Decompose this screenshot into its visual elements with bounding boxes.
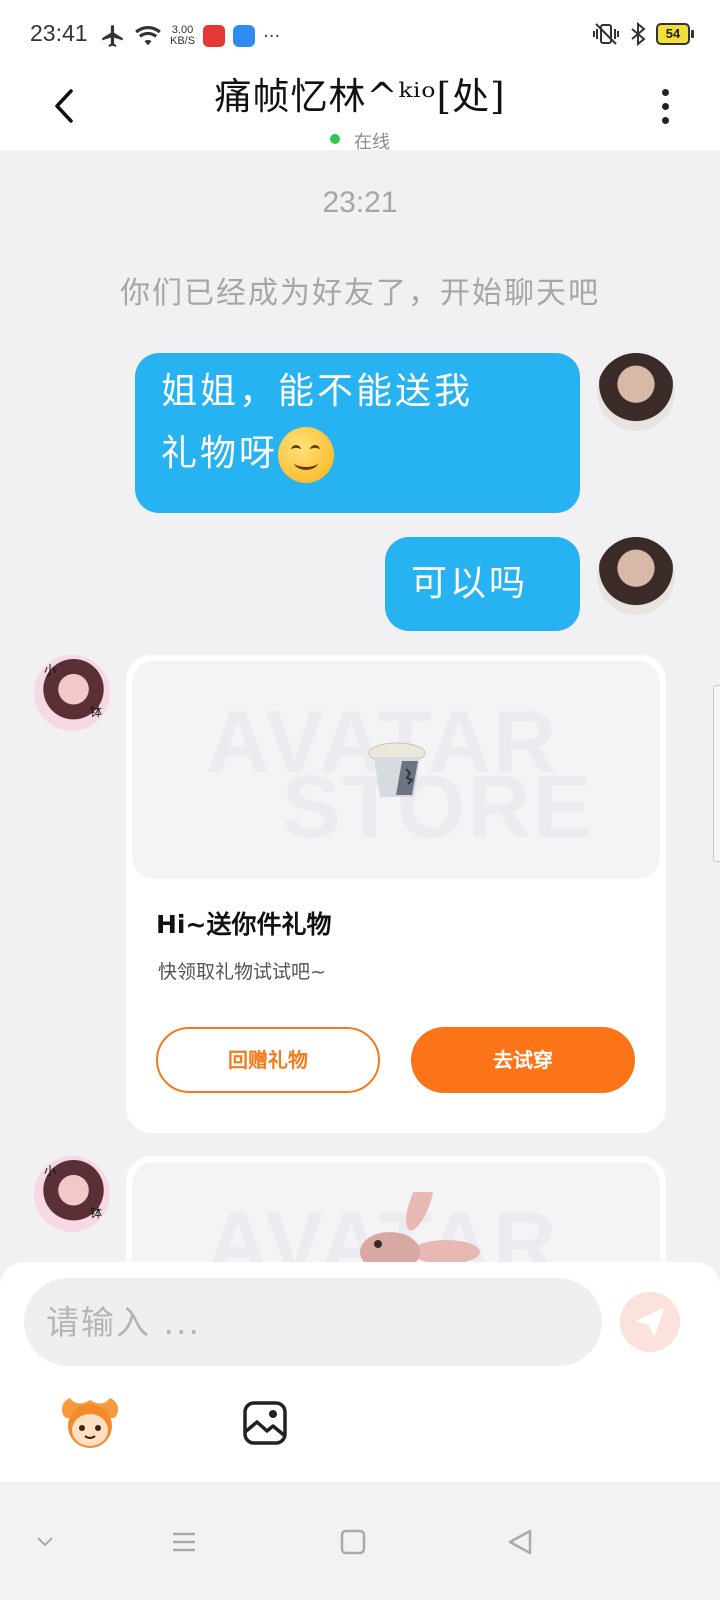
watermark-text: STORE — [282, 757, 594, 856]
status-right-icons: 54 — [592, 22, 694, 46]
chat-message-list[interactable]: 23:21 你们已经成为好友了，开始聊天吧 姐姐，能不能送我 礼物呀 可以吗 小… — [0, 150, 720, 1285]
my-avatar[interactable] — [597, 537, 675, 615]
avatar-tag: 钵 — [90, 705, 103, 719]
avatar-tag: 钵 — [90, 1206, 103, 1220]
gift-image[interactable]: AVATAR STORE — [132, 661, 660, 879]
status-bar: 23:41 3.00 KB/S ··· 54 — [0, 0, 720, 72]
message-text-line2: 礼物呀 — [161, 423, 554, 485]
message-text: 礼物呀 — [161, 433, 279, 474]
system-message: 你们已经成为好友了，开始聊天吧 — [120, 276, 600, 311]
message-bubble-outgoing[interactable]: 可以吗 — [385, 537, 580, 631]
try-on-button[interactable]: 去试穿 — [411, 1027, 635, 1093]
menu-lines-icon — [173, 1532, 195, 1552]
gift-item-image — [368, 742, 426, 797]
gift-card-title: Hi~送你件礼物 — [156, 910, 332, 939]
message-text: 姐姐，能不能送我 — [161, 371, 474, 412]
image-picker-icon[interactable] — [242, 1400, 288, 1446]
my-avatar[interactable] — [597, 353, 675, 431]
bunny-item-image — [360, 1192, 480, 1272]
scrollbar[interactable] — [713, 685, 720, 862]
message-text: 可以吗 — [411, 563, 529, 604]
send-button[interactable] — [620, 1292, 680, 1352]
avatar-tag: 小 — [44, 1164, 57, 1178]
message-bubble-outgoing[interactable]: 姐姐，能不能送我 礼物呀 — [135, 353, 580, 513]
nav-home-button[interactable] — [333, 1522, 373, 1562]
chat-header: 痛帧忆林^ᵏⁱᵒ[处] 在线 — [0, 72, 720, 153]
back-triangle-icon — [508, 1529, 532, 1555]
net-speed: 3.00 KB/S — [170, 25, 195, 47]
online-dot-icon — [330, 134, 340, 144]
app-icon — [233, 25, 256, 47]
gift-card[interactable]: AVATAR STORE Hi~送你件礼物 快领取礼物试试吧~ 回赠礼物 去试穿 — [126, 655, 666, 1133]
contact-avatar[interactable]: 小 钵 — [34, 1156, 110, 1232]
more-dot-icon — [661, 116, 669, 124]
nav-back-button[interactable] — [500, 1522, 540, 1562]
home-square-icon — [340, 1529, 366, 1555]
more-dot-icon — [661, 88, 669, 96]
more-dot-icon — [661, 102, 669, 110]
message-timestamp: 23:21 — [322, 186, 398, 219]
message-input[interactable] — [24, 1278, 602, 1366]
airplane-icon — [102, 25, 123, 47]
battery-icon: 54 — [656, 23, 694, 45]
net-speed-unit: KB/S — [170, 35, 196, 47]
app-icon — [203, 25, 226, 47]
nav-collapse-button[interactable] — [25, 1522, 65, 1562]
emoji-sticker-icon[interactable] — [58, 1394, 122, 1450]
wifi-icon — [135, 25, 161, 46]
status-left-icons: 3.00 KB/S ··· — [100, 20, 280, 52]
gift-card-subtitle: 快领取礼物试试吧~ — [158, 961, 326, 983]
bluetooth-icon — [631, 22, 646, 46]
message-composer — [0, 1262, 720, 1482]
return-gift-button[interactable]: 回赠礼物 — [156, 1027, 380, 1093]
smiling-face-emoji-icon — [278, 427, 335, 483]
chevron-down-icon — [37, 1537, 53, 1547]
send-icon — [636, 1308, 664, 1336]
status-time: 23:41 — [30, 20, 88, 46]
more-options-button[interactable] — [650, 84, 680, 128]
avatar-tag: 小 — [44, 663, 57, 677]
contact-avatar[interactable]: 小 钵 — [34, 655, 110, 731]
contact-name: 痛帧忆林^ᵏⁱᵒ[处] — [214, 75, 506, 118]
vibrate-icon — [593, 23, 619, 45]
nav-menu-button[interactable] — [164, 1522, 204, 1562]
status-more: ··· — [263, 25, 281, 47]
system-navigation-bar — [0, 1482, 720, 1600]
